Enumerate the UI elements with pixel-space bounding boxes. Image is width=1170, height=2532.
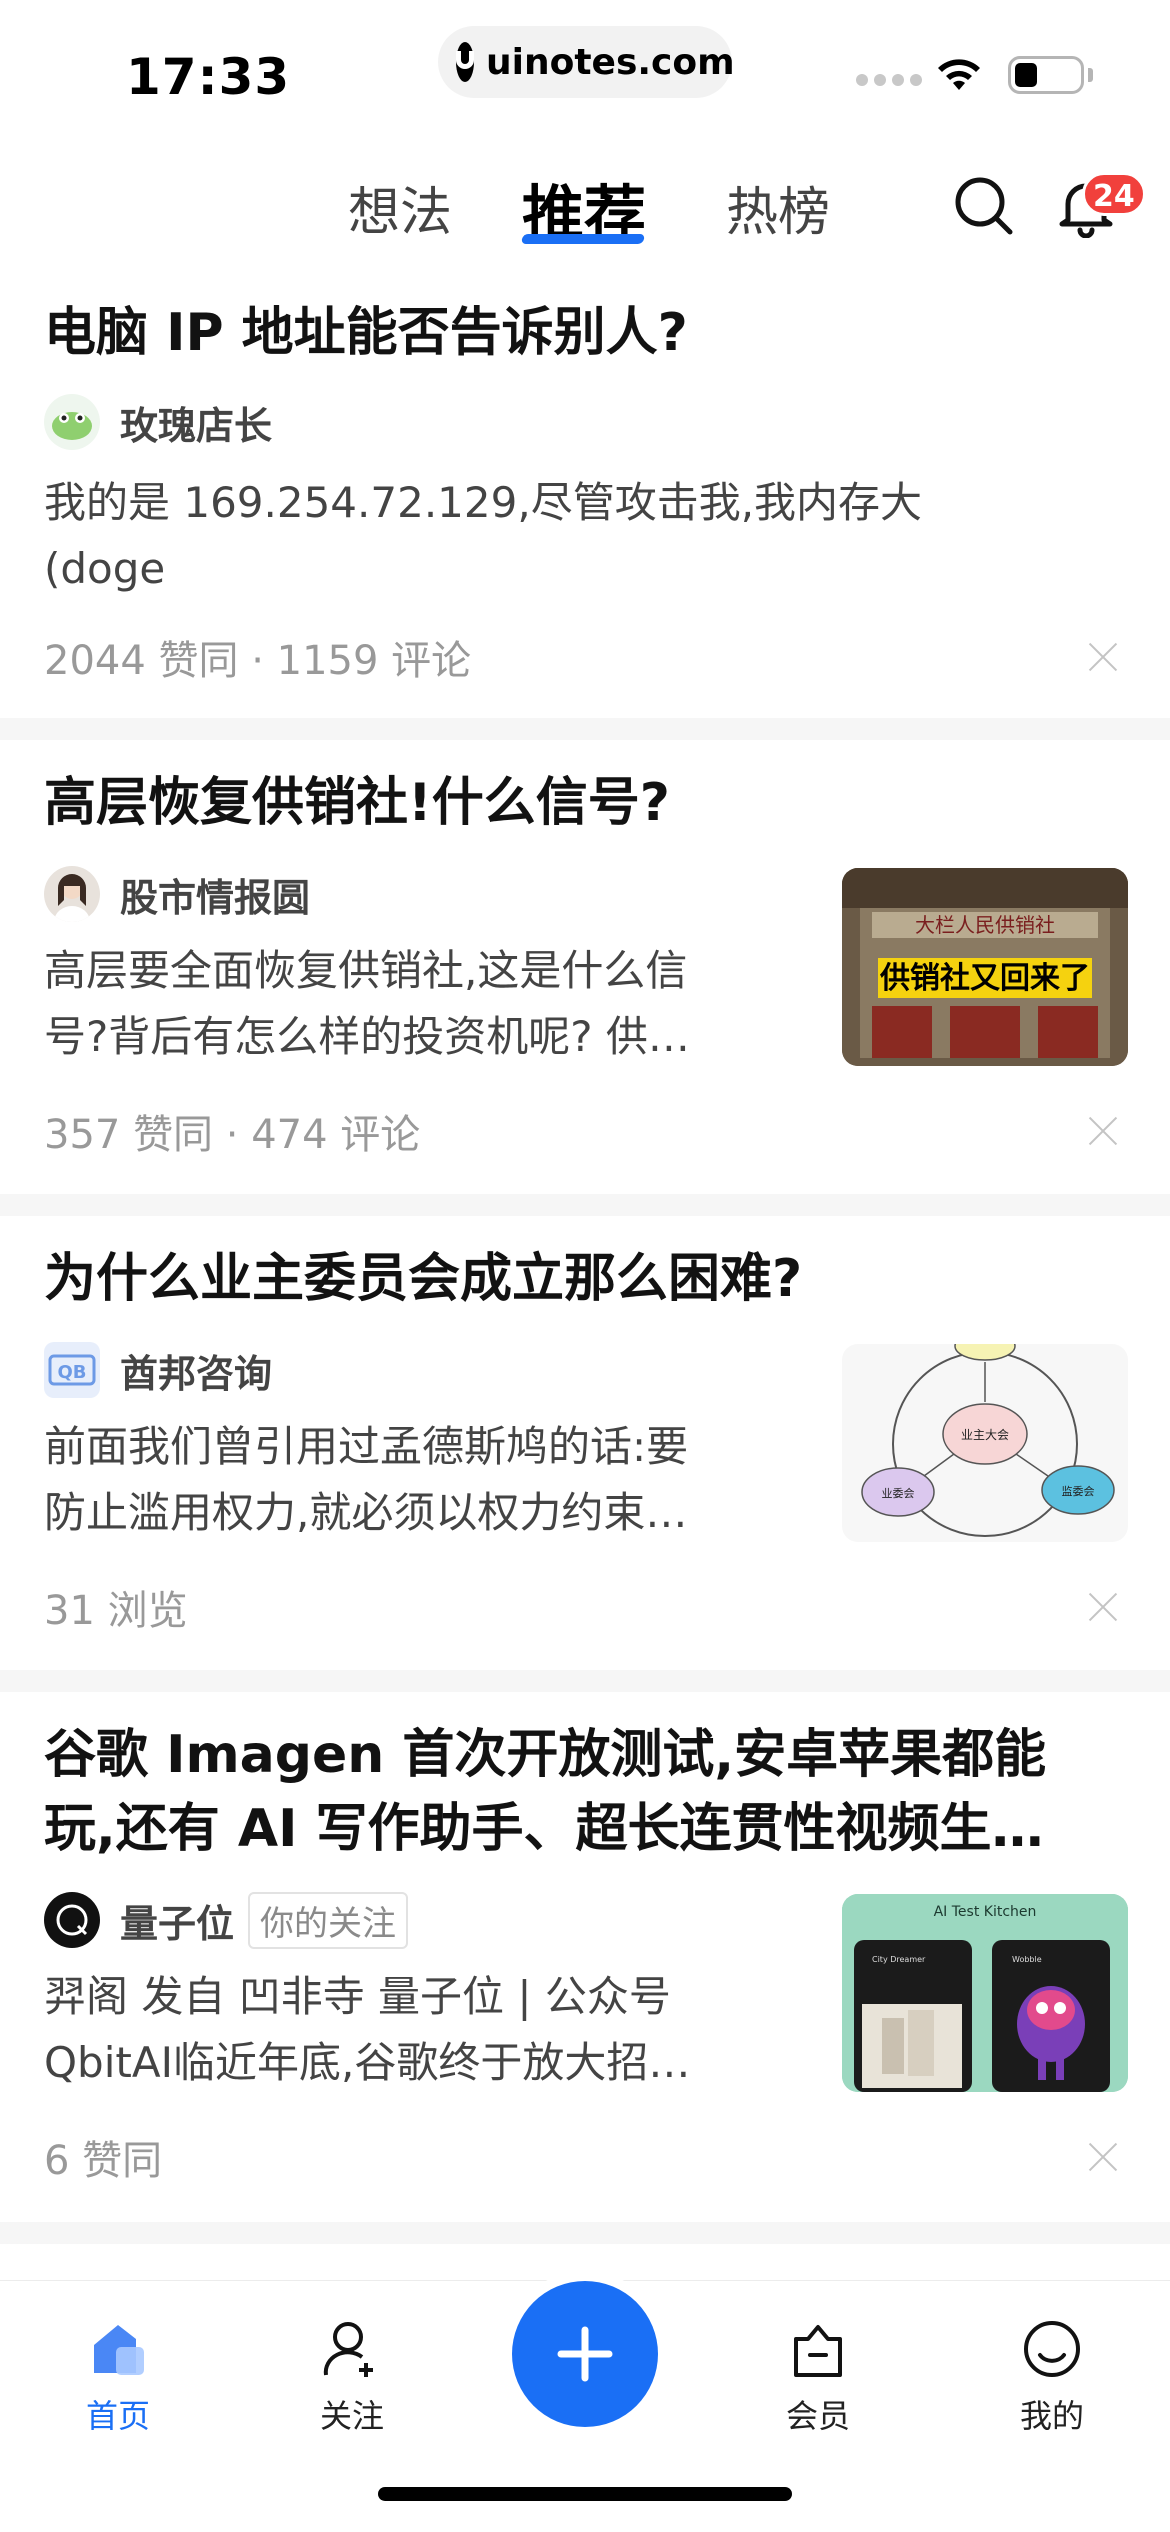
card-meta: 6 赞同 xyxy=(44,2138,163,2184)
battery-cap xyxy=(1088,68,1093,82)
card-separator xyxy=(0,1670,1170,1692)
card-separator xyxy=(0,1194,1170,1216)
card-excerpt[interactable]: 羿阁 发自 凹非寺 量子位 | 公众号 QbitAI临近年底,谷歌终于放大招… xyxy=(44,1964,690,2096)
thumb-caption: AI Test Kitchen xyxy=(934,1904,1037,1920)
active-tab-indicator xyxy=(520,234,646,244)
card-author[interactable]: 玫瑰店长 xyxy=(44,394,272,450)
tab-ideas[interactable]: 想法 xyxy=(348,170,452,245)
dismiss-icon[interactable] xyxy=(1088,1116,1118,1146)
thumb-screen-label: Wobble xyxy=(1012,1955,1042,1964)
excerpt-line: QbitAI临近年底,谷歌终于放大招… xyxy=(44,2038,691,2087)
dismiss-icon[interactable] xyxy=(1088,2142,1118,2172)
site-logo-icon xyxy=(456,42,474,82)
feed-card[interactable]: 谷歌 Imagen 首次开放测试,安卓苹果都能 玩,还有 AI 写作助手、超长连… xyxy=(0,1692,1170,2222)
top-nav: 想法 推荐 热榜 24 xyxy=(0,150,1170,260)
feed-card[interactable]: 高层恢复供销社!什么信号? 股市情报圆 高层要全面恢复供销社,这是什么信 号?背… xyxy=(0,740,1170,1194)
thumb-banner-text: 供销社又回来了 xyxy=(879,961,1090,996)
status-time: 17:33 xyxy=(126,48,291,106)
battery-icon xyxy=(1008,56,1084,94)
author-name: 股市情报圆 xyxy=(120,875,311,920)
card-author[interactable]: 量子位 你的关注 xyxy=(44,1891,409,1949)
notification-badge: 24 xyxy=(1082,172,1146,216)
nav-vip[interactable]: 会员 xyxy=(748,2317,888,2437)
card-thumbnail[interactable]: AI Test Kitchen City Dreamer Wobble xyxy=(842,1894,1128,2092)
home-indicator xyxy=(378,2487,792,2501)
diagram-node-label: 业主大会 xyxy=(961,1428,1009,1442)
author-name: 量子位 xyxy=(120,1901,235,1946)
excerpt-line: 羿阁 发自 凹非寺 量子位 | 公众号 xyxy=(44,1972,671,2021)
card-thumbnail[interactable]: 大栏人民供销社 供销社又回来了 xyxy=(842,868,1128,1066)
card-title[interactable]: 谷歌 Imagen 首次开放测试,安卓苹果都能 玩,还有 AI 写作助手、超长连… xyxy=(44,1718,1046,1866)
feed: 电脑 IP 地址能否告诉别人? 玫瑰店长 我的是 169.254.72.129,… xyxy=(0,280,1170,2244)
card-meta: 31 浏览 xyxy=(44,1588,188,1634)
excerpt-line: 号?背后有怎么样的投资机呢? 供… xyxy=(44,1012,690,1061)
excerpt-line: 高层要全面恢复供销社,这是什么信 xyxy=(44,946,688,995)
dismiss-icon[interactable] xyxy=(1088,642,1118,672)
card-title[interactable]: 为什么业主委员会成立那么困难? xyxy=(44,1242,802,1316)
url-pill[interactable]: uinotes.com xyxy=(438,26,735,98)
nav-profile[interactable]: 我的 xyxy=(982,2317,1122,2437)
following-tag: 你的关注 xyxy=(248,1891,409,1949)
avatar: QB xyxy=(44,1342,100,1398)
nav-home[interactable]: 首页 xyxy=(48,2317,188,2437)
vip-bag-icon xyxy=(794,2325,842,2377)
card-thumbnail[interactable]: 业主大会 业委会 监委会 xyxy=(842,1344,1128,1542)
add-person-icon xyxy=(323,2322,373,2377)
avatar xyxy=(44,866,100,922)
title-line: 玩,还有 AI 写作助手、超长连贯性视频生… xyxy=(44,1799,1044,1859)
dismiss-icon[interactable] xyxy=(1088,1592,1118,1622)
card-meta: 357 赞同 · 474 评论 xyxy=(44,1112,421,1158)
url-text: uinotes.com xyxy=(486,41,735,83)
cellular-signal-icon xyxy=(856,74,922,86)
shop-sign-text: 大栏人民供销社 xyxy=(915,913,1055,937)
excerpt-line: (doge xyxy=(44,544,166,593)
thumb-screen-label: City Dreamer xyxy=(872,1955,926,1964)
card-separator xyxy=(0,718,1170,740)
feed-card[interactable]: 为什么业主委员会成立那么困难? QB 酋邦咨询 前面我们曾引用过孟德斯鸠的话:要… xyxy=(0,1216,1170,1670)
card-author[interactable]: QB 酋邦咨询 xyxy=(44,1342,272,1398)
card-excerpt[interactable]: 前面我们曾引用过孟德斯鸠的话:要 防止滥用权力,就必须以权力约束… xyxy=(44,1414,688,1546)
diagram-node-label: 业委会 xyxy=(882,1487,915,1500)
feed-card[interactable]: 电脑 IP 地址能否告诉别人? 玫瑰店长 我的是 169.254.72.129,… xyxy=(0,280,1170,718)
nav-follow[interactable]: 关注 xyxy=(282,2317,422,2437)
card-title[interactable]: 高层恢复供销社!什么信号? xyxy=(44,766,670,840)
svg-text:QB: QB xyxy=(57,1362,86,1383)
nav-label: 我的 xyxy=(1019,2397,1084,2435)
avatar xyxy=(44,394,100,450)
avatar xyxy=(44,1892,100,1948)
excerpt-line: 我的是 169.254.72.129,尽管攻击我,我内存大 xyxy=(44,478,923,527)
create-post-button[interactable] xyxy=(512,2281,658,2427)
home-icon xyxy=(94,2325,144,2375)
title-line: 谷歌 Imagen 首次开放测试,安卓苹果都能 xyxy=(44,1725,1047,1785)
card-excerpt[interactable]: 我的是 169.254.72.129,尽管攻击我,我内存大 (doge xyxy=(44,470,922,602)
nav-label: 会员 xyxy=(785,2397,850,2435)
excerpt-line: 前面我们曾引用过孟德斯鸠的话:要 xyxy=(44,1422,689,1471)
card-title[interactable]: 电脑 IP 地址能否告诉别人? xyxy=(44,296,688,370)
profile-icon xyxy=(1024,2321,1080,2377)
card-author[interactable]: 股市情报圆 xyxy=(44,866,310,922)
excerpt-line: 防止滥用权力,就必须以权力约束… xyxy=(44,1488,688,1537)
search-icon[interactable] xyxy=(952,174,1016,238)
author-name: 酋邦咨询 xyxy=(120,1351,273,1396)
tab-hot-list[interactable]: 热榜 xyxy=(726,170,830,245)
nav-label: 关注 xyxy=(319,2397,384,2435)
diagram-node-label: 监委会 xyxy=(1062,1485,1095,1498)
card-excerpt[interactable]: 高层要全面恢复供销社,这是什么信 号?背后有怎么样的投资机呢? 供… xyxy=(44,938,690,1070)
author-name: 玫瑰店长 xyxy=(120,403,273,448)
status-bar: 17:33 uinotes.com xyxy=(0,0,1170,130)
wifi-icon xyxy=(938,59,980,90)
card-separator xyxy=(0,2222,1170,2244)
nav-label: 首页 xyxy=(85,2397,150,2435)
card-meta: 2044 赞同 · 1159 评论 xyxy=(44,638,472,684)
plus-icon xyxy=(557,2326,613,2382)
